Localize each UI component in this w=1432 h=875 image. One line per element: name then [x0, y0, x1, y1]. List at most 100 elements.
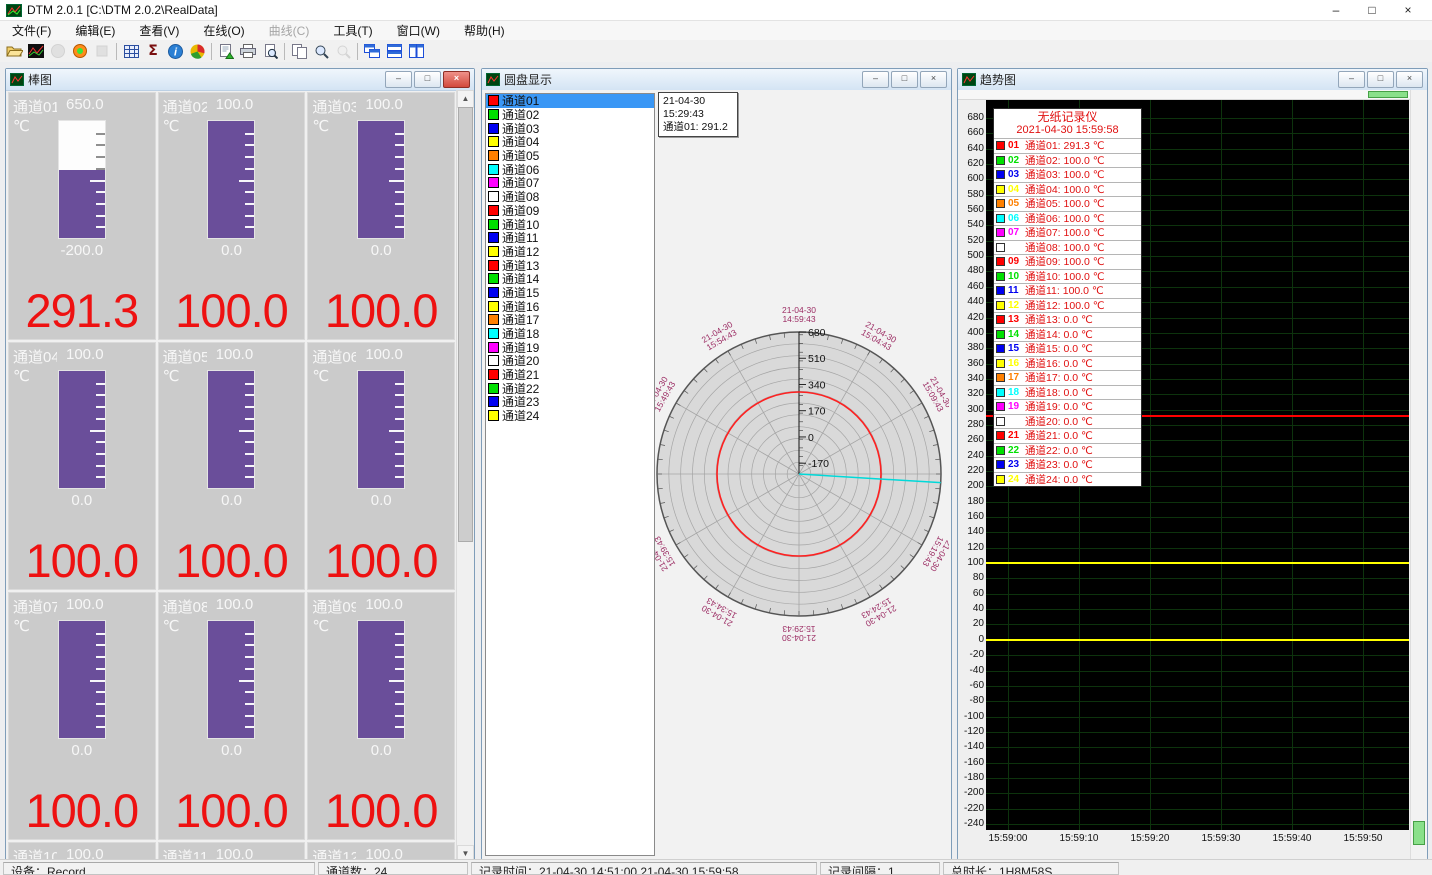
toolbar-open-folder-button[interactable] — [3, 41, 25, 61]
gauge-tick — [90, 430, 105, 432]
app-titlebar[interactable]: DTM 2.0.1 [C:\DTM 2.0.2\RealData] – □ × — [0, 0, 1432, 21]
y-axis-tick-label: 660 — [958, 127, 984, 138]
app-title: DTM 2.0.1 [C:\DTM 2.0.2\RealData] — [27, 3, 218, 17]
menu-item[interactable]: 在线(O) — [191, 20, 256, 41]
legend-channel-value: 通道24: 0.0 ℃ — [1025, 472, 1093, 487]
menu-item[interactable]: 编辑(E) — [63, 20, 127, 41]
legend-row: 06通道06: 100.0 ℃ — [994, 211, 1141, 226]
y-axis-tick-label: 460 — [958, 281, 984, 292]
channel-color-swatch — [488, 396, 499, 407]
bar-gauge-cell: 通道08100.0℃0.0100.0 — [158, 592, 306, 840]
menu-item[interactable]: 文件(F) — [0, 20, 63, 41]
status-segment: 总时长：1H8M58S — [943, 862, 1119, 875]
legend-color-swatch — [996, 301, 1005, 310]
legend-channel-number: 01 — [1008, 140, 1025, 151]
toolbar-tile-vertical-button[interactable] — [405, 41, 427, 61]
app-minimize-button[interactable]: – — [1318, 1, 1354, 19]
disc-maximize-button[interactable]: □ — [891, 71, 918, 88]
y-axis-tick-label: -120 — [958, 726, 984, 737]
gauge-tick — [245, 656, 254, 658]
legend-channel-value: 通道14: 0.0 ℃ — [1025, 327, 1093, 342]
menu-item[interactable]: 窗口(W) — [385, 20, 452, 41]
channel-list-item[interactable]: 通道24 — [486, 409, 654, 423]
trend-close-button[interactable]: × — [1396, 71, 1423, 88]
gauge-tick — [96, 691, 105, 693]
channel-name: 通道04 — [13, 346, 57, 367]
bar-maximize-button[interactable]: □ — [414, 71, 441, 88]
bar-gauge-cell: 通道01650.0℃-200.0291.3 — [8, 92, 156, 340]
scale-min-value: -200.0 — [9, 242, 155, 259]
toolbar: Σi — [0, 40, 1432, 63]
trend-vscrollbar[interactable] — [1410, 90, 1427, 859]
gauge-tick — [245, 726, 254, 728]
tooltip-time: 15:29:43 — [663, 108, 733, 121]
unit-label: ℃ — [312, 117, 329, 135]
hscrollbar-thumb[interactable] — [1368, 91, 1408, 98]
trend-hscrollbar[interactable] — [958, 90, 1410, 100]
gauge-tick — [96, 703, 105, 705]
toolbar-print-preview-button[interactable] — [259, 41, 281, 61]
legend-channel-value: 通道01: 291.3 ℃ — [1025, 138, 1105, 153]
x-axis-tick-label: 15:59:40 — [1262, 833, 1322, 844]
gauge-tick — [96, 215, 105, 217]
toolbar-copy-button[interactable] — [288, 41, 310, 61]
trend-minimize-button[interactable]: – — [1338, 71, 1365, 88]
gauge-tick — [245, 383, 254, 385]
bar-close-button[interactable]: × — [443, 71, 470, 88]
channel-color-swatch — [488, 205, 499, 216]
y-axis-tick-label: 540 — [958, 219, 984, 230]
legend-channel-number: 06 — [1008, 213, 1025, 224]
toolbar-info-button[interactable]: i — [164, 41, 186, 61]
gridline — [1363, 100, 1364, 830]
trend-window-titlebar[interactable]: 趋势图 – □ × — [958, 69, 1427, 91]
gauge-tick — [96, 476, 105, 478]
legend-color-swatch — [996, 199, 1005, 208]
channel-color-swatch — [488, 301, 499, 312]
bar-cell-header: 通道07100.0 — [9, 593, 155, 617]
legend-row: 15通道15: 0.0 ℃ — [994, 341, 1141, 356]
bar-gauge — [58, 370, 106, 489]
toolbar-record-active-button[interactable] — [69, 41, 91, 61]
disc-close-button[interactable]: × — [920, 71, 947, 88]
y-axis-tick-label: -40 — [958, 665, 984, 676]
toolbar-pie-chart-button[interactable] — [186, 41, 208, 61]
toolbar-cascade-windows-button[interactable] — [361, 41, 383, 61]
toolbar-zoom-button[interactable] — [310, 41, 332, 61]
app-close-button[interactable]: × — [1390, 1, 1426, 19]
legend-channel-number: 14 — [1008, 329, 1025, 340]
scale-min-value: 0.0 — [159, 492, 305, 509]
bar-window-scrollbar[interactable]: ▲ ▼ — [456, 90, 474, 862]
toolbar-export-button[interactable] — [215, 41, 237, 61]
menu-item[interactable]: 工具(T) — [321, 20, 384, 41]
toolbar-print-button[interactable] — [237, 41, 259, 61]
tooltip-date: 21-04-30 — [663, 95, 733, 108]
gauge-tick — [395, 441, 404, 443]
toolbar-tile-horizontal-button[interactable] — [383, 41, 405, 61]
trend-maximize-button[interactable]: □ — [1367, 71, 1394, 88]
toolbar-data-table-button[interactable] — [120, 41, 142, 61]
legend-channel-value: 通道19: 0.0 ℃ — [1025, 399, 1093, 414]
legend-channel-number: 22 — [1008, 445, 1025, 456]
app-maximize-button[interactable]: □ — [1354, 1, 1390, 19]
y-axis-tick-label: -60 — [958, 680, 984, 691]
toolbar-realtime-graph-button[interactable] — [25, 41, 47, 61]
scrollbar-thumb[interactable] — [458, 107, 473, 542]
legend-color-swatch — [996, 446, 1005, 455]
bar-window-titlebar[interactable]: 棒图 – □ × — [6, 69, 474, 91]
menu-item[interactable]: 查看(V) — [127, 20, 191, 41]
menu-item[interactable]: 帮助(H) — [452, 20, 517, 41]
vscrollbar-thumb[interactable] — [1413, 821, 1425, 845]
y-axis-tick-label: 420 — [958, 312, 984, 323]
scroll-up-arrow-icon[interactable]: ▲ — [457, 90, 474, 108]
legend-row: 21通道21: 0.0 ℃ — [994, 428, 1141, 443]
toolbar-sigma-button[interactable]: Σ — [142, 41, 164, 61]
gauge-tick — [96, 633, 105, 635]
disc-window-titlebar[interactable]: 圆盘显示 – □ × — [482, 69, 951, 91]
copy-icon — [292, 44, 307, 59]
bar-minimize-button[interactable]: – — [385, 71, 412, 88]
y-axis-tick-label: 80 — [958, 572, 984, 583]
gridline — [986, 732, 1409, 733]
export-icon — [219, 44, 234, 59]
spoke-time-label: 21-04-3014:59:43 — [782, 305, 816, 324]
disc-minimize-button[interactable]: – — [862, 71, 889, 88]
